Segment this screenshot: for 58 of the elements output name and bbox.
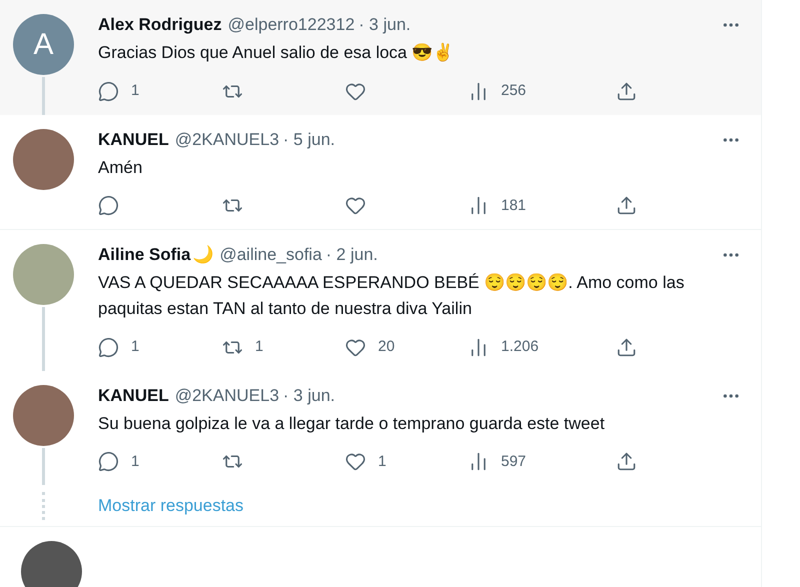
tweet-date[interactable]: · 3 jun. [358, 14, 411, 36]
avatar[interactable]: A [13, 14, 74, 75]
tweet-date[interactable]: · 5 jun. [283, 128, 336, 150]
count: 181 [501, 196, 526, 216]
tweet-text: Amén [98, 156, 144, 178]
reply-icon [98, 195, 119, 216]
avatar-photo-placeholder[interactable] [21, 541, 82, 587]
reply-button[interactable]: 1 [98, 336, 222, 358]
tweet-date[interactable]: · 2 jun. [326, 244, 378, 266]
reply-icon [98, 451, 119, 472]
tweet-text: VAS A QUEDAR SECAAAAA ESPERANDO BEBÉ 😌😌😌😌. Amo como las paquitas estan TAN al tanto de nuestra diva Yailin [98, 272, 686, 320]
like-button[interactable]: 1 [345, 450, 468, 473]
author-handle[interactable]: @2KANUEL3 [174, 128, 280, 150]
count: 1.206 [501, 337, 539, 357]
share-icon [616, 195, 637, 216]
tweet-date[interactable]: · 3 jun. [283, 384, 336, 406]
reply-button[interactable]: 1 [98, 80, 222, 102]
share-button[interactable] [616, 451, 637, 472]
repost-button[interactable]: 1 [222, 336, 345, 358]
count: 1 [255, 337, 264, 357]
views-button[interactable]: 1.206 [468, 336, 616, 358]
share-icon [616, 336, 637, 358]
count: 256 [501, 81, 526, 101]
like-icon [345, 80, 366, 102]
reply-button[interactable]: 1 [98, 450, 222, 473]
count: 1 [131, 81, 140, 101]
author-handle[interactable]: @2KANUEL3 [174, 384, 280, 406]
count: 1 [131, 337, 140, 357]
reply-icon [98, 336, 119, 358]
share-button[interactable] [616, 80, 637, 102]
share-icon [616, 451, 637, 472]
count: 1 [131, 452, 140, 472]
count: 1 [378, 452, 386, 472]
author-name[interactable]: Ailine Sofia [98, 244, 191, 266]
author-handle[interactable]: @elperro122312 [228, 14, 355, 36]
views-button[interactable]: 256 [468, 80, 616, 102]
author-handle[interactable]: @ailine_sofia [220, 244, 322, 266]
share-button[interactable] [616, 336, 637, 358]
reply-icon [98, 80, 119, 102]
tweet-card[interactable]: A Alex Rodriguez @elperro122312 · 3 jun. Gracias Dios que Anuel salio de esa loca 😎✌ 1 256 [0, 0, 761, 114]
like-button[interactable]: 20 [345, 336, 468, 358]
views-button[interactable]: 597 [468, 450, 616, 473]
author-name[interactable]: KANUEL [98, 384, 169, 406]
count: 597 [501, 452, 526, 472]
like-icon [345, 451, 366, 472]
count: 20 [378, 337, 395, 357]
views-button[interactable]: 181 [468, 194, 616, 217]
author-name[interactable]: KANUEL [98, 128, 169, 150]
dotted-thread-line [42, 492, 45, 520]
tweet-card[interactable]: KANUEL @2KANUEL3 · 5 jun. Amén 181 [0, 114, 761, 230]
like-icon [345, 195, 366, 216]
share-icon [616, 80, 637, 102]
author-name[interactable]: Alex Rodriguez [98, 14, 222, 36]
tweet-text: Su buena golpiza le va a llegar tarde o temprano guarda este tweet [98, 412, 606, 434]
name-emoji: 🌙 [192, 244, 214, 266]
tweet-text: Gracias Dios que Anuel salio de esa loca 😎✌ [98, 42, 455, 64]
share-button[interactable] [616, 195, 637, 216]
like-icon [345, 336, 366, 358]
